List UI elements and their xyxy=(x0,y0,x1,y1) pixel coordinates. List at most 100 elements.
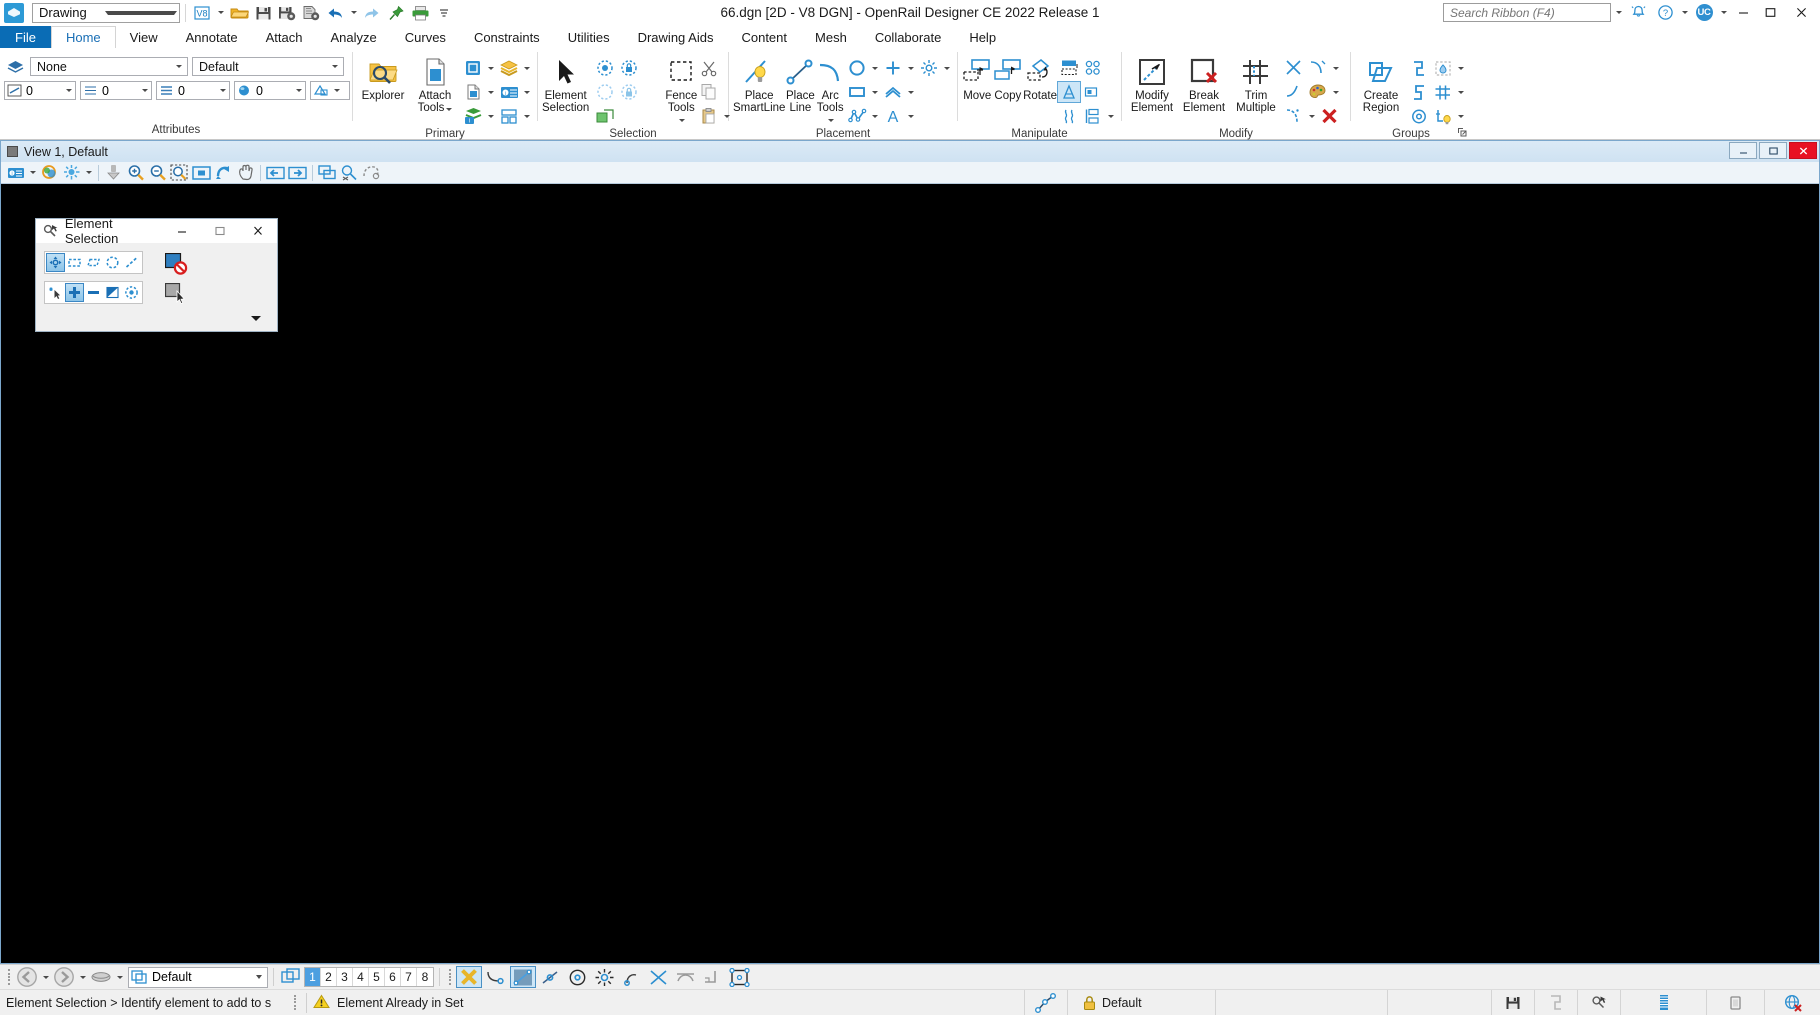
ribbon-tab-collaborate[interactable]: Collaborate xyxy=(861,26,956,48)
array-icon[interactable] xyxy=(1081,57,1105,79)
align-icon[interactable] xyxy=(1081,105,1105,127)
more-icon[interactable] xyxy=(433,2,455,24)
undo-dropdown-icon[interactable] xyxy=(348,2,359,24)
open-file-icon[interactable] xyxy=(228,2,250,24)
change-attributes-dropdown-icon[interactable] xyxy=(1330,81,1342,103)
select-line-icon[interactable] xyxy=(122,253,141,272)
window-maximize-button[interactable] xyxy=(1757,1,1783,25)
create-region-button[interactable]: Create Region xyxy=(1355,52,1407,114)
forward-dropdown-icon[interactable] xyxy=(77,966,88,988)
line-style-combo[interactable]: 0 xyxy=(4,81,76,100)
snap-center-icon[interactable] xyxy=(564,966,590,988)
snap-toolbar-grip[interactable] xyxy=(448,968,452,986)
trim-multiple-button[interactable]: Trim Multiple xyxy=(1230,52,1282,114)
lock-icon[interactable] xyxy=(617,81,641,103)
place-point-icon[interactable] xyxy=(881,57,905,79)
extend-line-dropdown-icon[interactable] xyxy=(1330,57,1342,79)
place-block-icon[interactable] xyxy=(845,81,869,103)
dialog-maximize-button[interactable] xyxy=(201,219,239,243)
clip-mask-icon[interactable] xyxy=(361,163,382,183)
element-template-combo[interactable] xyxy=(310,81,350,100)
view-next-icon[interactable] xyxy=(287,163,308,183)
undo-icon[interactable] xyxy=(324,2,346,24)
place-smartline-button[interactable]: Place SmartLine xyxy=(733,52,785,114)
copy-view-icon[interactable] xyxy=(317,163,338,183)
ribbon-tab-annotate[interactable]: Annotate xyxy=(172,26,252,48)
print-icon[interactable] xyxy=(409,2,431,24)
toolbar-grip[interactable] xyxy=(7,968,11,986)
place-multiline-icon[interactable] xyxy=(881,81,905,103)
view-attributes-dropdown-icon[interactable] xyxy=(27,163,38,183)
ribbon-tab-analyze[interactable]: Analyze xyxy=(317,26,391,48)
level-manager-dropdown-icon[interactable] xyxy=(521,57,533,79)
groups-dialog-launcher[interactable] xyxy=(1456,126,1468,138)
view-number-6[interactable]: 6 xyxy=(385,968,401,986)
place-circle-dropdown-icon[interactable] xyxy=(869,57,881,79)
named-group-icon[interactable] xyxy=(1431,105,1455,127)
model-combo[interactable]: Default xyxy=(128,966,268,988)
snap-origin-icon[interactable] xyxy=(591,966,617,988)
save-as-icon[interactable] xyxy=(300,2,322,24)
status-snap-cell[interactable] xyxy=(1024,989,1067,1015)
attach-tools-button[interactable]: Attach Tools xyxy=(409,52,461,114)
workflow-combo[interactable]: Drawing xyxy=(32,2,180,23)
insert-vertex-icon[interactable] xyxy=(1282,81,1306,103)
construct-fillet-dropdown-icon[interactable] xyxy=(1306,105,1318,127)
window-close-button[interactable] xyxy=(1784,1,1818,25)
cut-icon[interactable] xyxy=(697,57,721,79)
ungroup-icon[interactable] xyxy=(1407,81,1431,103)
move-button[interactable]: Move xyxy=(962,52,993,103)
group-hole-dropdown-icon[interactable] xyxy=(1455,81,1467,103)
place-pattern-icon[interactable] xyxy=(917,57,941,79)
ribbon-tab-view[interactable]: View xyxy=(116,26,172,48)
snap-none-icon[interactable] xyxy=(456,966,482,988)
back-icon[interactable] xyxy=(15,966,39,988)
select-group-icon[interactable] xyxy=(593,105,617,127)
selection-cursor-swatch[interactable] xyxy=(164,282,189,304)
view-number-5[interactable]: 5 xyxy=(369,968,385,986)
ribbon-tab-drawing-aids[interactable]: Drawing Aids xyxy=(624,26,728,48)
line-weight-combo[interactable]: 0 xyxy=(80,81,152,100)
reference-icon[interactable]: i xyxy=(461,105,485,127)
models-list-icon[interactable] xyxy=(89,966,113,988)
select-shape-icon[interactable] xyxy=(84,253,103,272)
place-pattern-dropdown-icon[interactable] xyxy=(941,57,953,79)
status-file-changed-cell[interactable] xyxy=(1491,989,1534,1015)
paste-icon[interactable] xyxy=(697,105,721,127)
scale-icon[interactable] xyxy=(1056,81,1081,103)
break-element-button[interactable]: Break Element xyxy=(1178,52,1230,114)
dialog-close-button[interactable] xyxy=(239,219,277,243)
properties-icon[interactable] xyxy=(461,81,485,103)
modify-element-button[interactable]: Modify Element xyxy=(1126,52,1178,114)
dgn-format-icon[interactable]: V8 xyxy=(191,2,213,24)
help-icon[interactable]: ? xyxy=(1652,1,1678,25)
view-number-3[interactable]: 3 xyxy=(337,968,353,986)
status-print-cell[interactable] xyxy=(1706,989,1764,1015)
construct-fillet-icon[interactable] xyxy=(1282,105,1306,127)
explorer-button[interactable]: Explorer xyxy=(357,52,409,103)
reference-dropdown-icon[interactable] xyxy=(485,105,497,127)
group-icon[interactable] xyxy=(1407,57,1431,79)
view-number-8[interactable]: 8 xyxy=(417,968,433,986)
element-selection-button[interactable]: Element Selection xyxy=(542,52,589,114)
select-block-icon[interactable] xyxy=(65,253,84,272)
place-point-dropdown-icon[interactable] xyxy=(905,57,917,79)
copy-icon[interactable] xyxy=(697,81,721,103)
view-previous-icon[interactable] xyxy=(265,163,286,183)
user-avatar[interactable]: UC xyxy=(1691,1,1717,25)
ribbon-tab-home[interactable]: Home xyxy=(50,26,116,48)
display-style-icon[interactable] xyxy=(39,163,60,183)
view-attributes-icon[interactable]: i xyxy=(5,163,26,183)
group-hole-icon[interactable] xyxy=(1431,81,1455,103)
properties-dropdown-icon[interactable] xyxy=(485,81,497,103)
add-group-dropdown-icon[interactable] xyxy=(1455,57,1467,79)
ribbon-tab-attach[interactable]: Attach xyxy=(252,26,317,48)
place-multiline-dropdown-icon[interactable] xyxy=(905,81,917,103)
snap-nearest-icon[interactable] xyxy=(483,966,509,988)
mode-new-icon[interactable] xyxy=(46,283,65,302)
mode-add-icon[interactable] xyxy=(65,283,84,302)
level-display-dropdown-icon[interactable] xyxy=(521,81,533,103)
raster-manager-dropdown-icon[interactable] xyxy=(521,105,533,127)
chevron-down-icon[interactable] xyxy=(679,119,686,122)
back-dropdown-icon[interactable] xyxy=(40,966,51,988)
